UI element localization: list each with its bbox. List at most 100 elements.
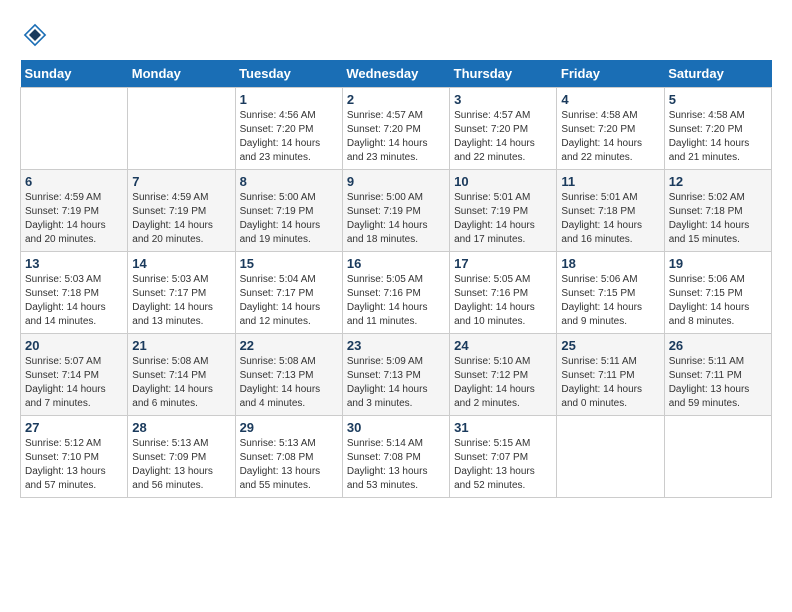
day-cell: 14 Sunrise: 5:03 AM Sunset: 7:17 PM Dayli… [128, 252, 235, 334]
day-info: Sunrise: 5:13 AM Sunset: 7:09 PM Dayligh… [132, 437, 230, 493]
day-number: 14 [132, 256, 230, 271]
day-number: 2 [347, 92, 445, 107]
day-number: 8 [240, 174, 338, 189]
day-info: Sunrise: 5:03 AM Sunset: 7:17 PM Dayligh… [132, 273, 230, 329]
day-number: 23 [347, 338, 445, 353]
day-cell: 24 Sunrise: 5:10 AM Sunset: 7:12 PM Dayli… [450, 334, 557, 416]
day-info: Sunrise: 4:58 AM Sunset: 7:20 PM Dayligh… [561, 109, 659, 165]
day-cell [21, 88, 128, 170]
day-info: Sunrise: 4:59 AM Sunset: 7:19 PM Dayligh… [25, 191, 123, 247]
week-row-4: 20 Sunrise: 5:07 AM Sunset: 7:14 PM Dayli… [21, 334, 772, 416]
day-number: 9 [347, 174, 445, 189]
day-info: Sunrise: 5:03 AM Sunset: 7:18 PM Dayligh… [25, 273, 123, 329]
column-header-monday: Monday [128, 60, 235, 88]
day-cell: 17 Sunrise: 5:05 AM Sunset: 7:16 PM Dayli… [450, 252, 557, 334]
page-header [20, 20, 772, 50]
column-header-sunday: Sunday [21, 60, 128, 88]
column-header-tuesday: Tuesday [235, 60, 342, 88]
logo-icon [20, 20, 50, 50]
day-cell: 23 Sunrise: 5:09 AM Sunset: 7:13 PM Dayli… [342, 334, 449, 416]
day-cell: 19 Sunrise: 5:06 AM Sunset: 7:15 PM Dayli… [664, 252, 771, 334]
day-info: Sunrise: 5:01 AM Sunset: 7:19 PM Dayligh… [454, 191, 552, 247]
day-info: Sunrise: 5:06 AM Sunset: 7:15 PM Dayligh… [669, 273, 767, 329]
day-cell: 25Sunrise: 5:11 AM Sunset: 7:11 PM Dayli… [557, 334, 664, 416]
day-number: 24 [454, 338, 552, 353]
day-number: 29 [240, 420, 338, 435]
day-number: 21 [132, 338, 230, 353]
day-cell: 11 Sunrise: 5:01 AM Sunset: 7:18 PM Dayli… [557, 170, 664, 252]
day-number: 17 [454, 256, 552, 271]
day-cell: 8 Sunrise: 5:00 AM Sunset: 7:19 PM Daylig… [235, 170, 342, 252]
day-number: 16 [347, 256, 445, 271]
day-info: Sunrise: 4:59 AM Sunset: 7:19 PM Dayligh… [132, 191, 230, 247]
day-info: Sunrise: 5:05 AM Sunset: 7:16 PM Dayligh… [454, 273, 552, 329]
day-info: Sunrise: 5:11 AM Sunset: 7:11 PM Dayligh… [669, 355, 767, 411]
day-info: Sunrise: 5:08 AM Sunset: 7:14 PM Dayligh… [132, 355, 230, 411]
column-header-friday: Friday [557, 60, 664, 88]
day-cell [128, 88, 235, 170]
day-number: 31 [454, 420, 552, 435]
day-info: Sunrise: 5:00 AM Sunset: 7:19 PM Dayligh… [240, 191, 338, 247]
day-number: 26 [669, 338, 767, 353]
day-number: 12 [669, 174, 767, 189]
day-info: Sunrise: 5:15 AM Sunset: 7:07 PM Dayligh… [454, 437, 552, 493]
day-cell: 9Sunrise: 5:00 AM Sunset: 7:19 PM Daylig… [342, 170, 449, 252]
day-cell: 22 Sunrise: 5:08 AM Sunset: 7:13 PM Dayli… [235, 334, 342, 416]
day-cell: 27Sunrise: 5:12 AM Sunset: 7:10 PM Dayli… [21, 416, 128, 498]
day-cell: 2Sunrise: 4:57 AM Sunset: 7:20 PM Daylig… [342, 88, 449, 170]
week-row-5: 27Sunrise: 5:12 AM Sunset: 7:10 PM Dayli… [21, 416, 772, 498]
day-cell: 3Sunrise: 4:57 AM Sunset: 7:20 PM Daylig… [450, 88, 557, 170]
day-info: Sunrise: 5:07 AM Sunset: 7:14 PM Dayligh… [25, 355, 123, 411]
week-row-1: 1 Sunrise: 4:56 AM Sunset: 7:20 PM Daylig… [21, 88, 772, 170]
day-number: 7 [132, 174, 230, 189]
day-cell: 16 Sunrise: 5:05 AM Sunset: 7:16 PM Dayli… [342, 252, 449, 334]
day-info: Sunrise: 5:11 AM Sunset: 7:11 PM Dayligh… [561, 355, 659, 411]
day-cell: 21 Sunrise: 5:08 AM Sunset: 7:14 PM Dayli… [128, 334, 235, 416]
day-number: 18 [561, 256, 659, 271]
day-cell: 20 Sunrise: 5:07 AM Sunset: 7:14 PM Dayli… [21, 334, 128, 416]
day-cell: 26 Sunrise: 5:11 AM Sunset: 7:11 PM Dayli… [664, 334, 771, 416]
column-header-saturday: Saturday [664, 60, 771, 88]
day-cell: 29Sunrise: 5:13 AM Sunset: 7:08 PM Dayli… [235, 416, 342, 498]
column-header-wednesday: Wednesday [342, 60, 449, 88]
day-cell: 28 Sunrise: 5:13 AM Sunset: 7:09 PM Dayli… [128, 416, 235, 498]
day-info: Sunrise: 5:09 AM Sunset: 7:13 PM Dayligh… [347, 355, 445, 411]
day-number: 10 [454, 174, 552, 189]
day-info: Sunrise: 5:08 AM Sunset: 7:13 PM Dayligh… [240, 355, 338, 411]
week-row-2: 6 Sunrise: 4:59 AM Sunset: 7:19 PM Daylig… [21, 170, 772, 252]
day-info: Sunrise: 5:02 AM Sunset: 7:18 PM Dayligh… [669, 191, 767, 247]
day-info: Sunrise: 5:06 AM Sunset: 7:15 PM Dayligh… [561, 273, 659, 329]
day-number: 28 [132, 420, 230, 435]
day-info: Sunrise: 4:58 AM Sunset: 7:20 PM Dayligh… [669, 109, 767, 165]
day-number: 22 [240, 338, 338, 353]
day-info: Sunrise: 4:57 AM Sunset: 7:20 PM Dayligh… [454, 109, 552, 165]
day-cell: 18 Sunrise: 5:06 AM Sunset: 7:15 PM Dayli… [557, 252, 664, 334]
column-header-thursday: Thursday [450, 60, 557, 88]
day-info: Sunrise: 5:12 AM Sunset: 7:10 PM Dayligh… [25, 437, 123, 493]
day-info: Sunrise: 5:05 AM Sunset: 7:16 PM Dayligh… [347, 273, 445, 329]
day-cell: 7 Sunrise: 4:59 AM Sunset: 7:19 PM Daylig… [128, 170, 235, 252]
day-cell: 15 Sunrise: 5:04 AM Sunset: 7:17 PM Dayli… [235, 252, 342, 334]
day-number: 11 [561, 174, 659, 189]
day-number: 19 [669, 256, 767, 271]
day-cell: 31 Sunrise: 5:15 AM Sunset: 7:07 PM Dayli… [450, 416, 557, 498]
day-cell: 1 Sunrise: 4:56 AM Sunset: 7:20 PM Daylig… [235, 88, 342, 170]
day-number: 30 [347, 420, 445, 435]
calendar-table: SundayMondayTuesdayWednesdayThursdayFrid… [20, 60, 772, 498]
day-number: 13 [25, 256, 123, 271]
day-info: Sunrise: 5:10 AM Sunset: 7:12 PM Dayligh… [454, 355, 552, 411]
day-cell: 10 Sunrise: 5:01 AM Sunset: 7:19 PM Dayli… [450, 170, 557, 252]
day-info: Sunrise: 5:04 AM Sunset: 7:17 PM Dayligh… [240, 273, 338, 329]
week-row-3: 13 Sunrise: 5:03 AM Sunset: 7:18 PM Dayli… [21, 252, 772, 334]
day-cell: 30 Sunrise: 5:14 AM Sunset: 7:08 PM Dayli… [342, 416, 449, 498]
day-info: Sunrise: 5:01 AM Sunset: 7:18 PM Dayligh… [561, 191, 659, 247]
day-info: Sunrise: 5:14 AM Sunset: 7:08 PM Dayligh… [347, 437, 445, 493]
day-number: 6 [25, 174, 123, 189]
day-cell [557, 416, 664, 498]
day-number: 4 [561, 92, 659, 107]
day-info: Sunrise: 4:56 AM Sunset: 7:20 PM Dayligh… [240, 109, 338, 165]
day-number: 15 [240, 256, 338, 271]
day-number: 20 [25, 338, 123, 353]
day-number: 1 [240, 92, 338, 107]
day-cell: 12 Sunrise: 5:02 AM Sunset: 7:18 PM Dayli… [664, 170, 771, 252]
